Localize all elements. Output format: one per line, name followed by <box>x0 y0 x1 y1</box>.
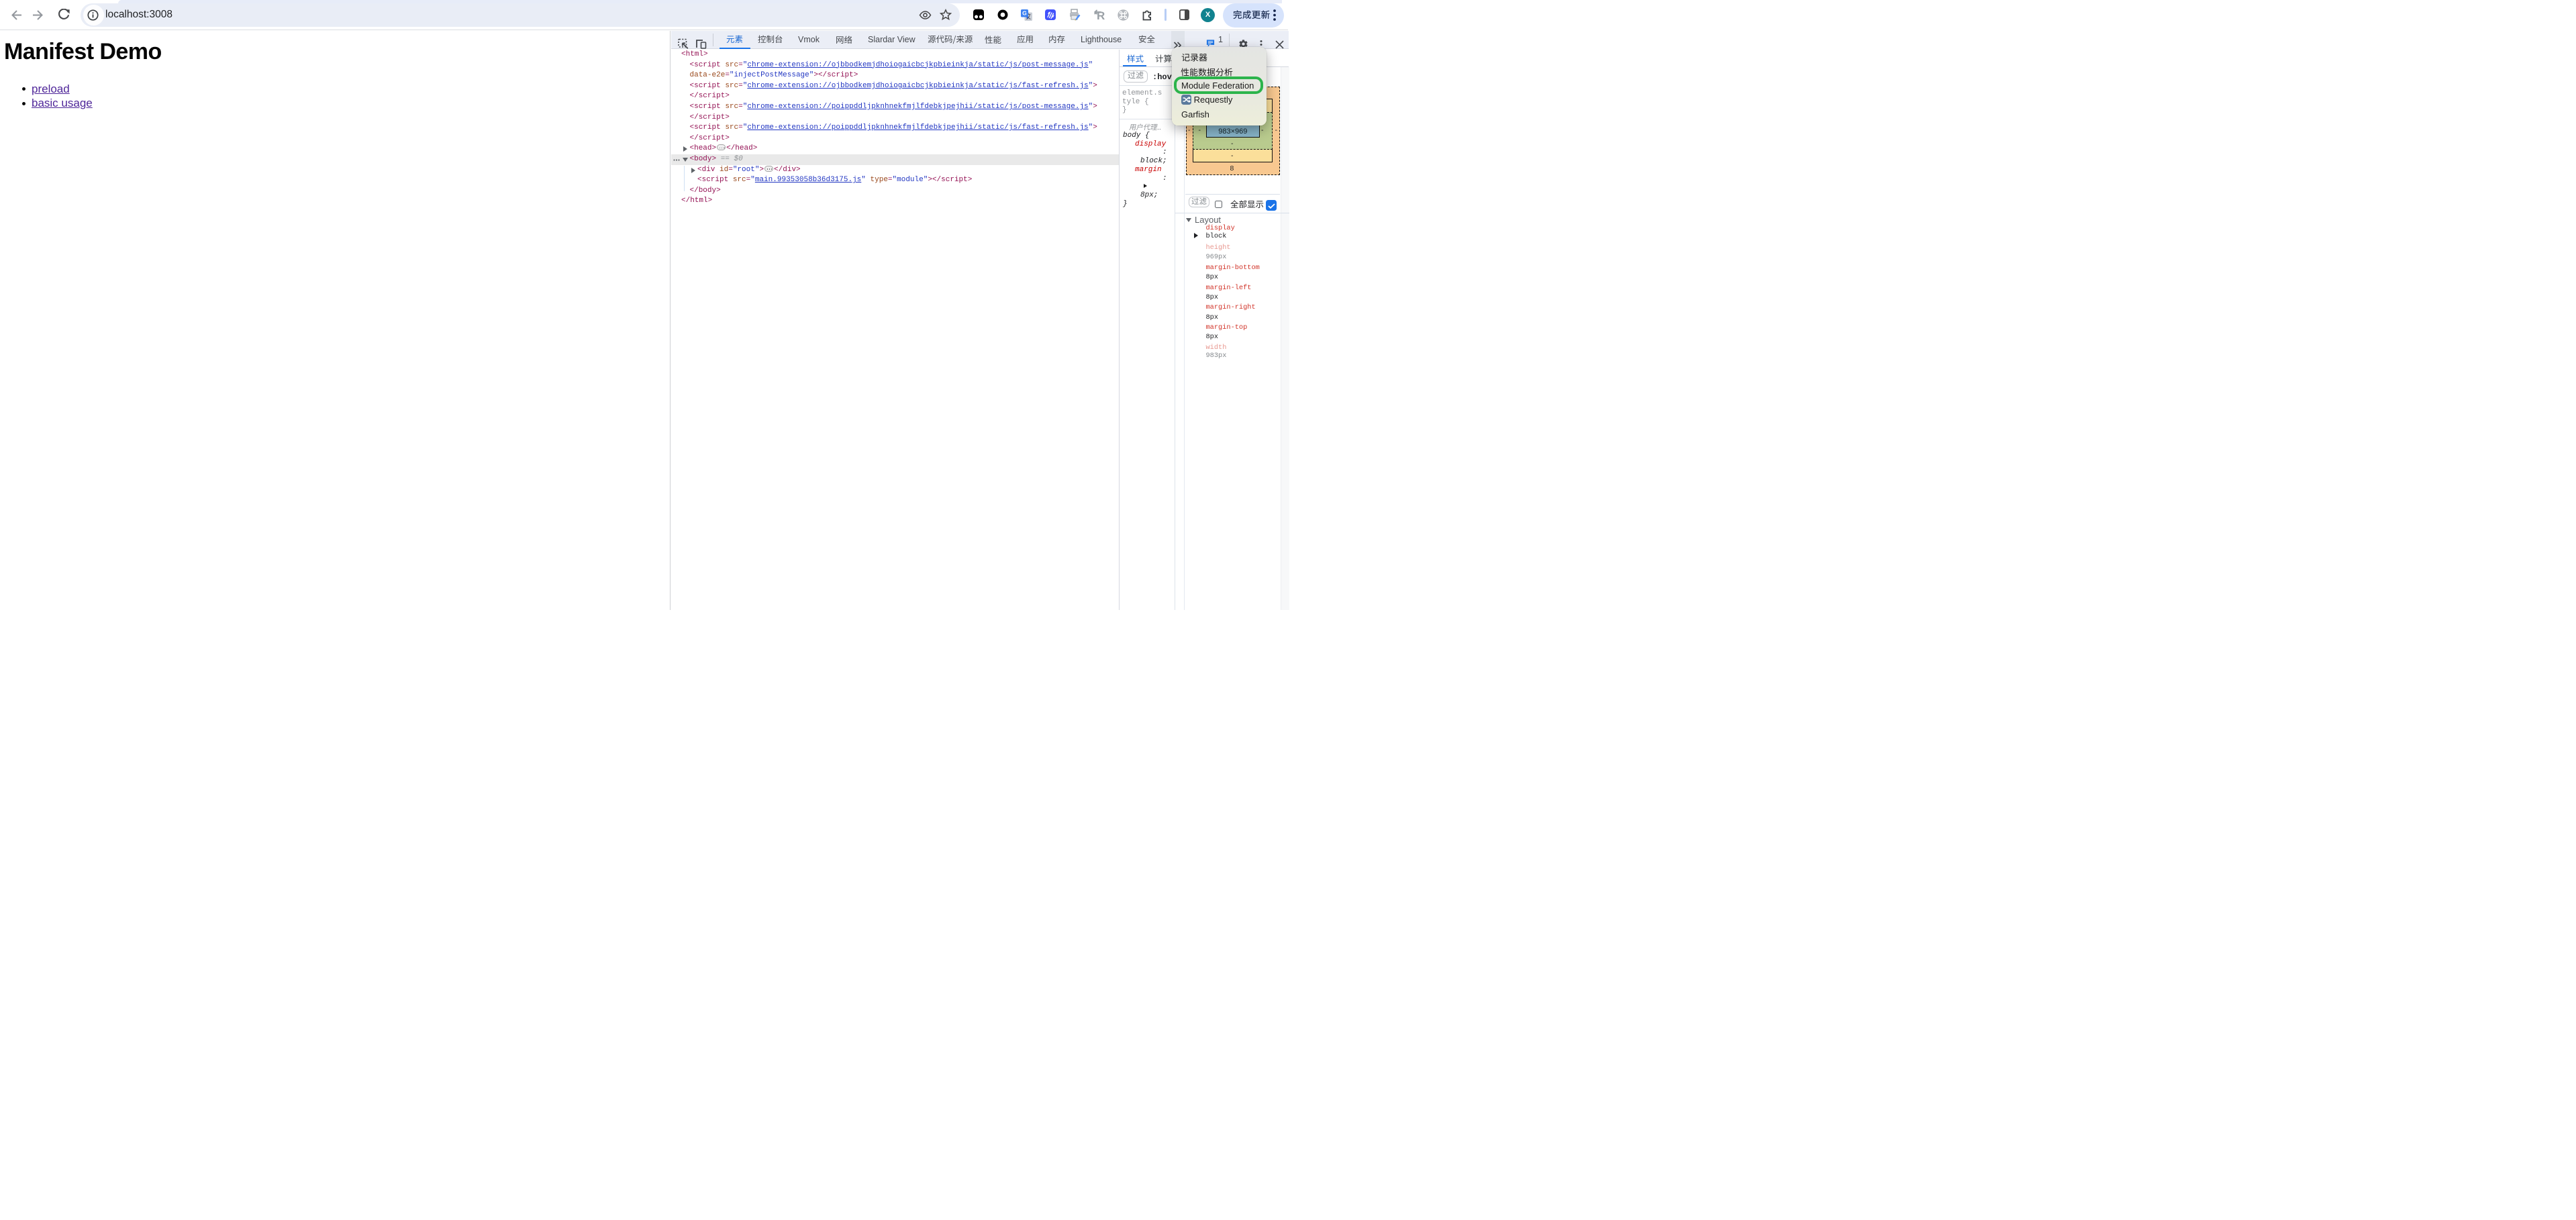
svg-text:R: R <box>1097 9 1105 21</box>
svg-text:G: G <box>1022 10 1027 17</box>
